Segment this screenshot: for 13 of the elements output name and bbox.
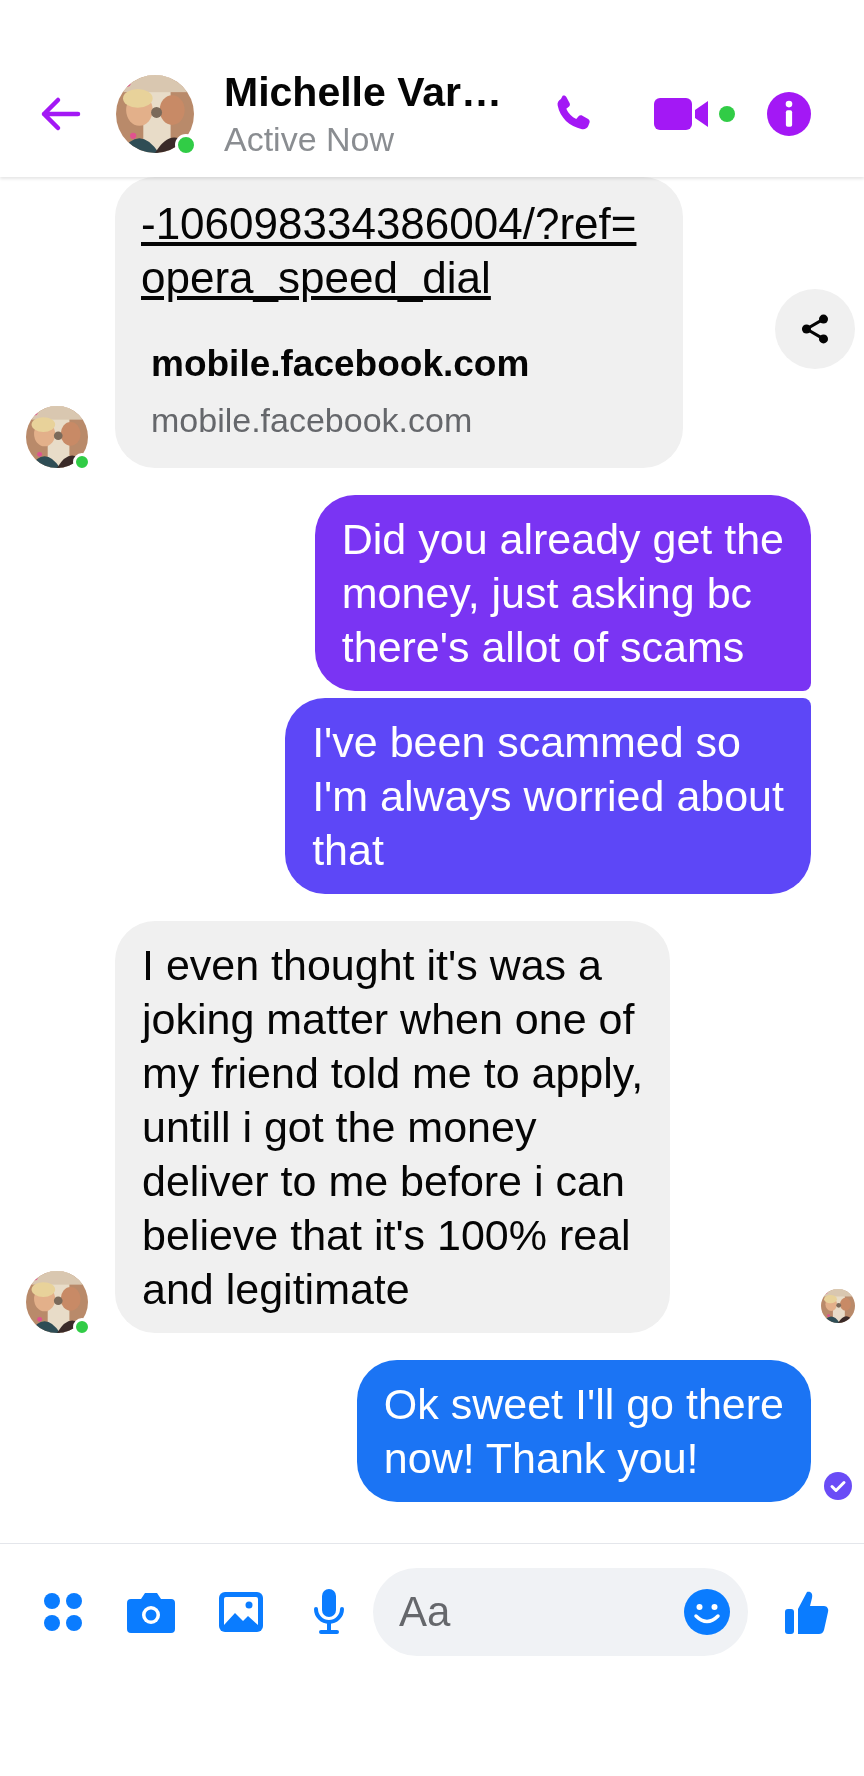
contact-name[interactable]: Michelle Var… (224, 68, 514, 116)
message-bubble: I even thought it's was a joking matter when one of my friend told me to apply, untill i got the money deliver to me before i can believe that it's 100% real and legitimate (115, 921, 671, 1333)
link[interactable]: -106098334386004/?ref= opera_speed_dial (141, 197, 657, 305)
link-domain: mobile.facebook.com (151, 401, 474, 440)
link-title: mobile.facebook.com (151, 343, 531, 385)
message-bubble: Did you already get the money, just asking bc there's allot of scams (314, 495, 811, 691)
info-icon[interactable] (767, 91, 811, 136)
emoji-icon[interactable] (684, 1589, 730, 1635)
message-bubble: I've been scammed so I'm always worried about that (285, 698, 811, 894)
link-card[interactable]: -106098334386004/?ref= opera_speed_dial mobile.facebook.com mobile.facebook.com (115, 177, 683, 468)
message-field[interactable]: Aa (373, 1568, 748, 1656)
active-status: Active Now (224, 119, 396, 159)
message-bubble: Ok sweet I'll go there now! Thank you! (356, 1360, 811, 1502)
